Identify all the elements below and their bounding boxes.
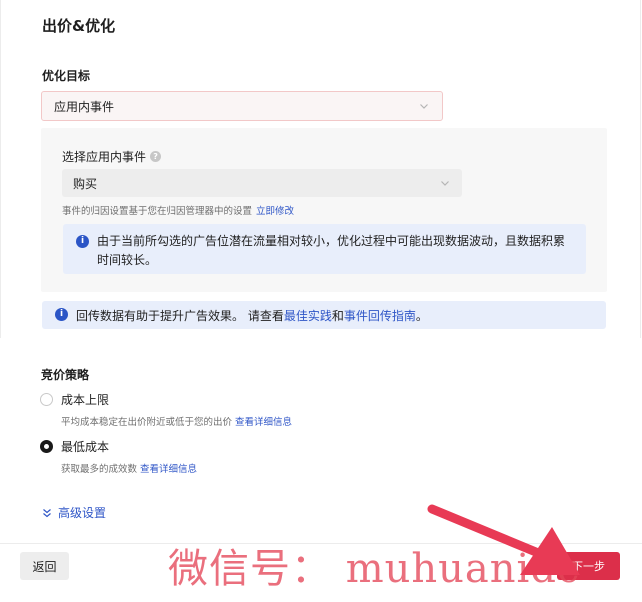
optimization-goal-value: 应用内事件 [54,99,115,114]
info-icon: i [55,308,68,321]
lowest-cost-description: 获取最多的成效数 查看详细信息 [61,461,197,475]
bid-strategy-title: 竞价策略 [41,368,90,382]
postback-info-box: i 回传数据有助于提升广告效果。 请查看 最佳实践和事件回传指南。 [42,301,606,329]
attribution-note: 事件的归因设置基于您在归因管理器中的设置 立即修改 [62,203,294,217]
radio-cost-cap-label: 成本上限 [61,393,110,407]
red-arrow-icon [427,504,580,575]
app-event-value: 购买 [73,176,98,191]
radio-cost-cap[interactable]: 成本上限 [40,391,109,408]
right-divider [640,0,641,338]
app-event-label-row: 选择应用内事件 ? [62,148,162,165]
traffic-info-box: i 由于当前所勾选的广告位潜在流量相对较小，优化过程中可能出现数据波动，且数据积… [63,224,586,274]
app-event-label: 选择应用内事件 [62,150,147,164]
modify-now-link[interactable]: 立即修改 [256,206,294,217]
lowest-cost-description-text: 获取最多的成效数 [61,464,138,475]
traffic-info-text: 由于当前所勾选的广告位潜在流量相对较小，优化过程中可能出现数据波动，且数据积累时… [97,234,566,267]
optimization-goal-select[interactable]: 应用内事件 [41,91,443,121]
double-chevron-down-icon [43,508,51,517]
left-divider [0,0,1,338]
event-postback-guide-link[interactable]: 事件回传指南 [344,307,416,324]
chevron-down-icon [439,177,451,189]
app-event-select[interactable]: 购买 [62,169,462,197]
postback-text-suffix: 。 [415,308,428,323]
best-practice-link[interactable]: 最佳实践 [284,307,332,324]
cost-cap-description: 平均成本稳定在出价附近或低于您的出价 查看详细信息 [61,414,292,428]
chevron-down-icon [418,100,430,112]
back-button[interactable]: 返回 [20,552,69,580]
lowest-cost-details-link[interactable]: 查看详细信息 [140,464,197,475]
advanced-settings-toggle[interactable]: 高级设置 [42,504,106,521]
cost-cap-description-text: 平均成本稳定在出价附近或低于您的出价 [61,417,233,428]
radio-lowest-cost[interactable]: 最低成本 [40,438,109,455]
section-title: 出价&优化 [42,17,116,35]
advanced-settings-label: 高级设置 [58,506,107,520]
optimization-goal-label: 优化目标 [42,69,91,83]
cost-cap-details-link[interactable]: 查看详细信息 [235,417,292,428]
attribution-note-text: 事件的归因设置基于您在归因管理器中的设置 [62,206,253,217]
info-icon: i [76,235,89,248]
help-icon[interactable]: ? [150,151,162,162]
radio-checked-icon[interactable] [40,440,53,453]
radio-unchecked-icon[interactable] [40,393,53,406]
radio-lowest-cost-label: 最低成本 [61,440,110,454]
postback-text-mid: 和 [331,308,344,323]
postback-text-prefix: 回传数据有助于提升广告效果。 请查看 [76,308,284,323]
